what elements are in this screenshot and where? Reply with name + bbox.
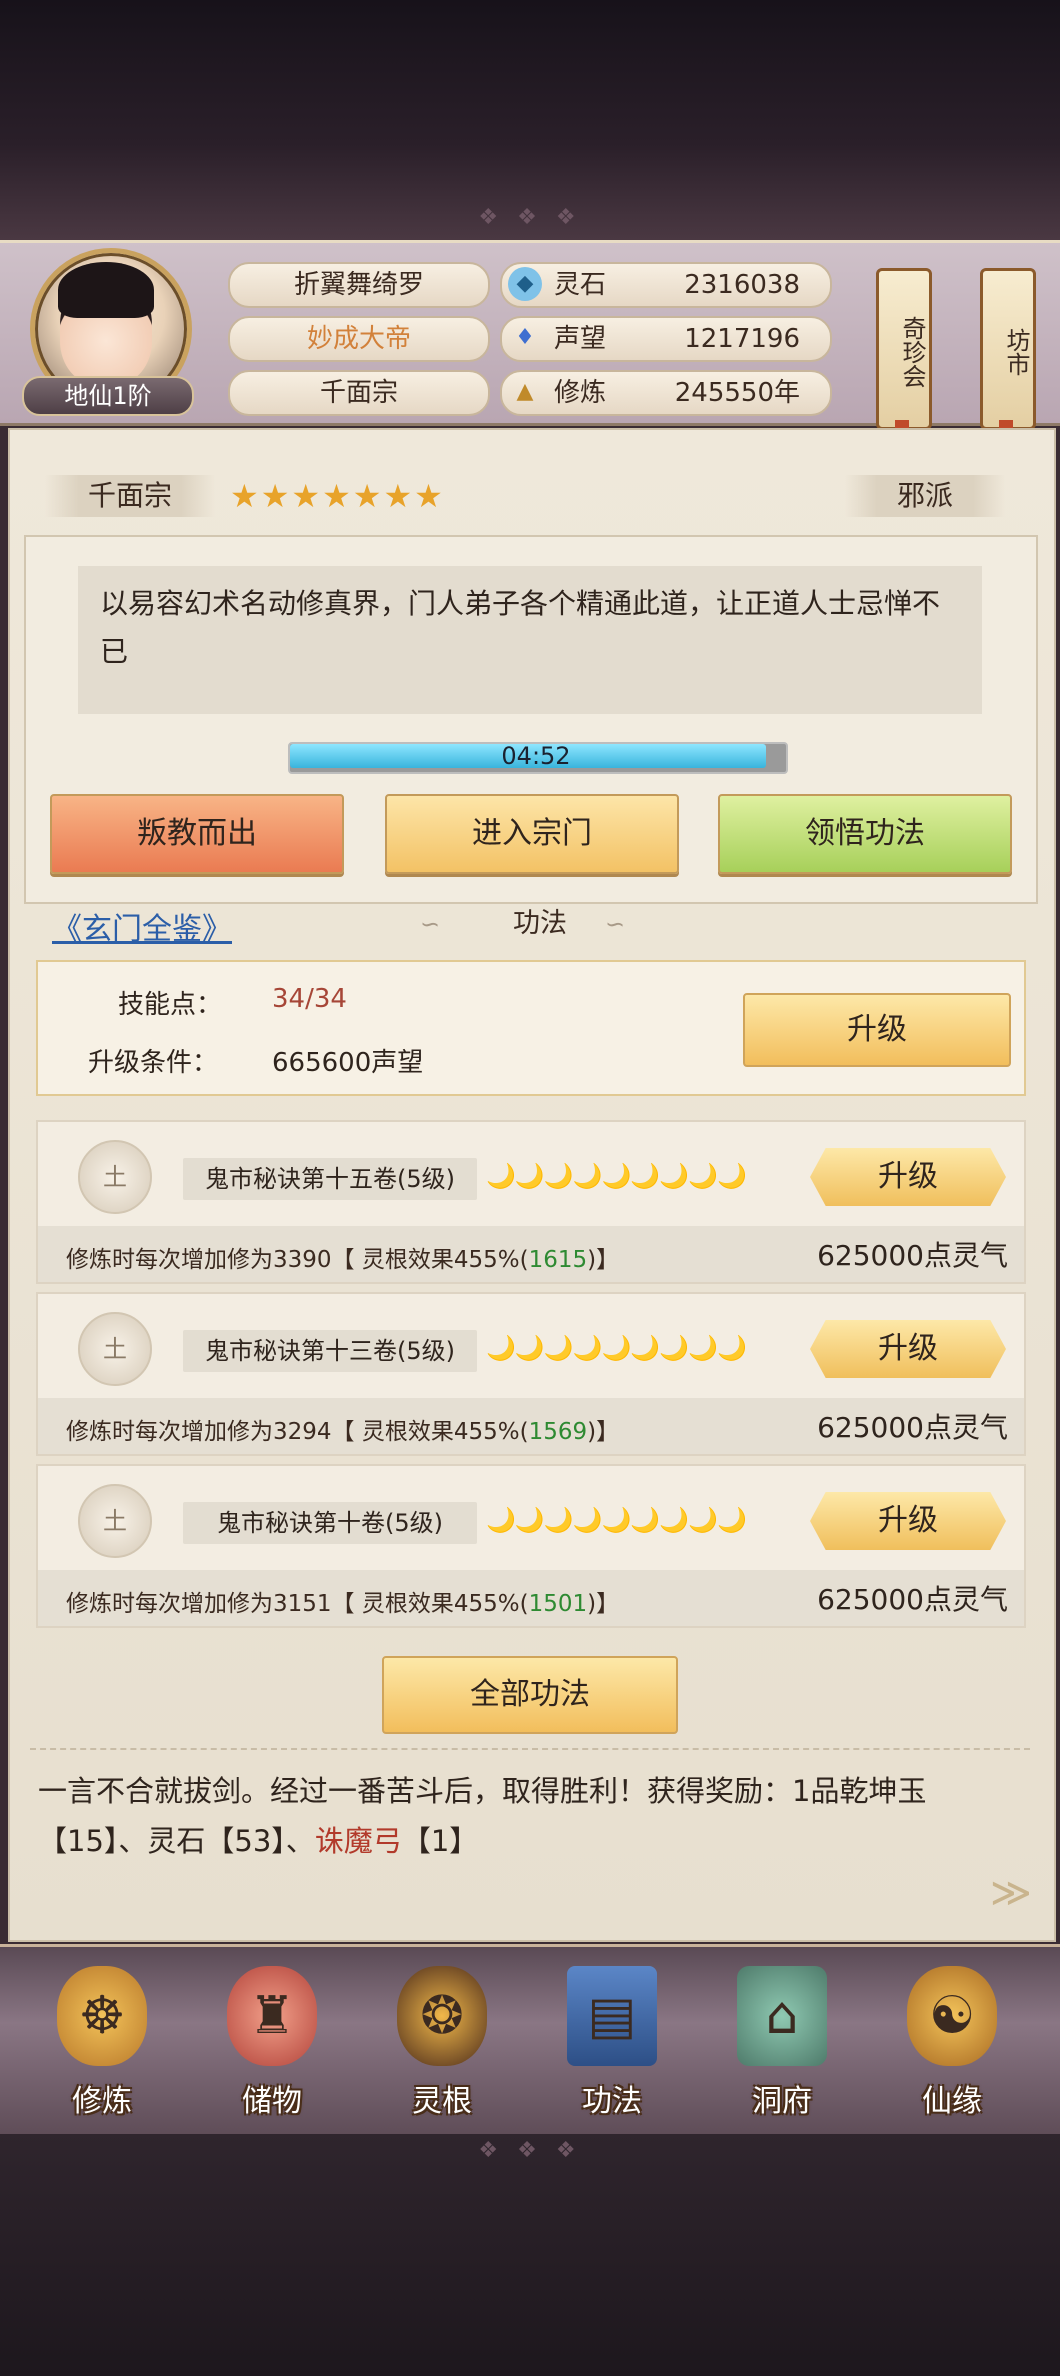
skill-upgrade-button[interactable]: 升级 (810, 1320, 1006, 1378)
skill-cost: 625000点灵气 (817, 1411, 1008, 1444)
stat-label: 修炼 (554, 378, 607, 408)
earth-element-icon: 土 (78, 1312, 152, 1386)
nav-label: 仙缘 (922, 2084, 982, 2119)
sect-alignment: 邪派 (845, 475, 1005, 517)
bottom-ornament: ❖ ❖ ❖ (478, 2138, 582, 2163)
cultivation-stat: ▲ 修炼 245550年 (500, 370, 832, 416)
skill-card: 土 鬼市秘诀第十卷(5级) 🌙🌙🌙🌙🌙🌙🌙🌙🌙 升级 修炼时每次增加修为3151… (36, 1464, 1026, 1628)
nav-label: 洞府 (752, 2084, 812, 2119)
bottom-background (0, 2134, 1060, 2376)
skill-effect-bonus: 1569 (528, 1419, 588, 1445)
nav-cave[interactable]: ⌂ 洞府 (707, 1960, 857, 2120)
skill-level-moons: 🌙🌙🌙🌙🌙🌙🌙🌙🌙 (486, 1506, 747, 1534)
top-ornament: ❖ ❖ ❖ (478, 205, 582, 230)
defect-sect-button[interactable]: 叛教而出 (50, 794, 344, 874)
skill-level-moons: 🌙🌙🌙🌙🌙🌙🌙🌙🌙 (486, 1162, 747, 1190)
stat-value: 1217196 (684, 324, 800, 354)
book-link[interactable]: 《玄门全鉴》 (52, 904, 232, 948)
skill-level-moons: 🌙🌙🌙🌙🌙🌙🌙🌙🌙 (486, 1334, 747, 1362)
skill-effect-suffix: )】 (587, 1419, 620, 1445)
divider (30, 1748, 1030, 1752)
skill-effect-prefix: 修炼时每次增加修为3390【 灵根效果455%( (66, 1247, 529, 1273)
treasure-auction-button[interactable]: 奇珍会 (876, 268, 932, 430)
spirit-stone-icon: ◆ (508, 267, 542, 301)
skill-name: 鬼市秘诀第十三卷(5级) (183, 1330, 477, 1372)
stat-label: 灵石 (554, 270, 607, 300)
enter-sect-button[interactable]: 进入宗门 (385, 794, 679, 874)
nav-cultivate[interactable]: ☸ 修炼 (27, 1960, 177, 2120)
skill-effect-suffix: )】 (587, 1247, 620, 1273)
nav-label: 功法 (582, 2084, 642, 2119)
earth-element-icon: 土 (78, 1140, 152, 1214)
skill-cost: 625000点灵气 (817, 1239, 1008, 1272)
avatar-hair (58, 262, 154, 318)
skill-card: 土 鬼市秘诀第十五卷(5级) 🌙🌙🌙🌙🌙🌙🌙🌙🌙 升级 修炼时每次增加修为339… (36, 1120, 1026, 1284)
skill-effect-bonus: 1501 (528, 1591, 588, 1617)
stat-value: 245550年 (674, 378, 800, 408)
fortune-gourd-icon: ☯ (907, 1966, 997, 2066)
spirit-stone-stat: ◆ 灵石 2316038 (500, 262, 832, 308)
player-title: 妙成大帝 (228, 316, 490, 362)
player-name: 折翼舞绮罗 (228, 262, 490, 308)
sect-description: 以易容幻术名动修真界，门人弟子各个精通此道，让正道人士忌惮不已 (100, 587, 941, 668)
reputation-stat: ♦ 声望 1217196 (500, 316, 832, 362)
earth-element-icon: 土 (78, 1484, 152, 1558)
sect-stars: ★★★★★★★ (230, 477, 445, 515)
cloud-ornament-icon: ∽ (420, 910, 441, 938)
upgrade-button[interactable]: 升级 (743, 993, 1011, 1067)
log-reward-item: 诛魔弓 (314, 1824, 402, 1858)
rank-badge: 地仙1阶 (22, 376, 194, 416)
market-button[interactable]: 坊市 (980, 268, 1036, 430)
skill-book-icon: ▤ (567, 1966, 657, 2066)
nav-fortune[interactable]: ☯ 仙缘 (877, 1960, 1027, 2120)
cultivate-icon: ☸ (57, 1966, 147, 2066)
skill-name: 鬼市秘诀第十卷(5级) (183, 1502, 477, 1544)
skill-effect: 修炼时每次增加修为3294【 灵根效果455%(1569)】 (66, 1412, 619, 1446)
stat-label: 声望 (554, 324, 607, 354)
nav-storage[interactable]: ♜ 储物 (197, 1960, 347, 2120)
comprehend-skill-button[interactable]: 领悟功法 (718, 794, 1012, 874)
sect-name: 千面宗 (45, 475, 215, 517)
skill-effect-bonus: 1615 (528, 1247, 588, 1273)
skill-upgrade-button[interactable]: 升级 (810, 1492, 1006, 1550)
all-skills-button[interactable]: 全部功法 (382, 1656, 678, 1734)
nav-label: 修炼 (72, 2084, 132, 2119)
skill-effect-prefix: 修炼时每次增加修为3151【 灵根效果455%( (66, 1591, 529, 1617)
upgrade-condition-label: 升级条件： (88, 1048, 219, 1078)
skill-upgrade-button[interactable]: 升级 (810, 1148, 1006, 1206)
meditation-icon: ▲ (516, 379, 534, 404)
skill-card: 土 鬼市秘诀第十三卷(5级) 🌙🌙🌙🌙🌙🌙🌙🌙🌙 升级 修炼时每次增加修为329… (36, 1292, 1026, 1456)
storage-bag-icon: ♜ (227, 1966, 317, 2066)
skill-effect: 修炼时每次增加修为3151【 灵根效果455%(1501)】 (66, 1584, 619, 1618)
skill-effect-suffix: )】 (587, 1591, 620, 1617)
skill-points-label: 技能点： (118, 990, 223, 1020)
skill-points-value: 34/34 (272, 984, 347, 1014)
upgrade-condition-value: 665600声望 (272, 1048, 424, 1078)
cloud-ornament-icon: ∽ (605, 910, 626, 938)
expand-arrow-icon[interactable]: ≫ (990, 1870, 1032, 1916)
top-background (0, 0, 1060, 240)
stat-value: 2316038 (684, 270, 800, 300)
skill-cost: 625000点灵气 (817, 1583, 1008, 1616)
player-sect: 千面宗 (228, 370, 490, 416)
nav-label: 储物 (242, 2084, 302, 2119)
nav-label: 灵根 (412, 2084, 472, 2119)
skill-effect-prefix: 修炼时每次增加修为3294【 灵根效果455%( (66, 1419, 529, 1445)
log-text: 【1】 (401, 1824, 479, 1858)
reputation-icon: ♦ (515, 325, 535, 350)
cave-dwelling-icon: ⌂ (737, 1966, 827, 2066)
spirit-root-icon: ❂ (397, 1966, 487, 2066)
skill-name: 鬼市秘诀第十五卷(5级) (183, 1158, 477, 1200)
timer-text: 04:52 (501, 742, 571, 770)
nav-spirit-root[interactable]: ❂ 灵根 (367, 1960, 517, 2120)
nav-skills[interactable]: ▤ 功法 (537, 1960, 687, 2120)
skill-effect: 修炼时每次增加修为3390【 灵根效果455%(1615)】 (66, 1240, 619, 1274)
log-text: 一言不合就拔剑。经过一番苦斗后，取得胜利！获得奖励：1品乾坤玉【15】、灵石【5… (38, 1774, 927, 1858)
event-log: 一言不合就拔剑。经过一番苦斗后，取得胜利！获得奖励：1品乾坤玉【15】、灵石【5… (38, 1766, 1028, 1866)
